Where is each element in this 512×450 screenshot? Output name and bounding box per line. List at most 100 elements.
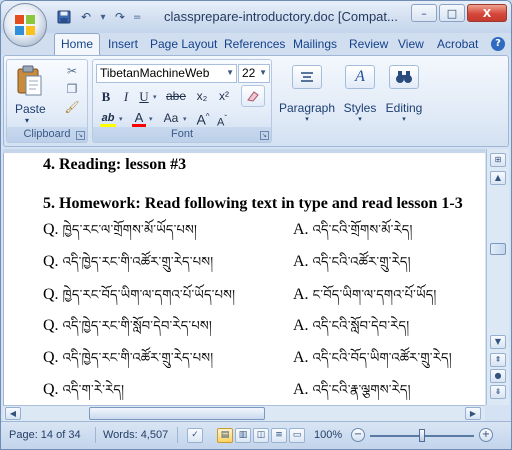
font-name-dropdown-icon[interactable]: ▼ bbox=[226, 68, 234, 77]
paragraph-icon bbox=[292, 65, 322, 89]
vertical-scrollbar[interactable]: ⊞ ▲ ▼ ⇞ ● ⇟ bbox=[486, 149, 509, 405]
styles-group[interactable]: A Styles ▾ bbox=[340, 59, 380, 143]
answer: A. འདི་ངའི་འཚོར་གྲུ་རེད། bbox=[293, 247, 411, 284]
select-browse-object-icon[interactable]: ● bbox=[490, 369, 506, 383]
scroll-left-icon[interactable]: ◀ bbox=[5, 407, 21, 420]
highlight-button[interactable]: ab bbox=[98, 110, 118, 127]
office-logo-icon bbox=[15, 15, 36, 36]
question-text: ཁྱེད་རང་ལ་གྲོགས་མོ་ཡོད་པས། bbox=[62, 223, 198, 238]
help-button[interactable]: ? bbox=[491, 37, 505, 51]
grow-font-button[interactable]: A^ bbox=[195, 108, 211, 128]
grow-font-label: A bbox=[196, 111, 206, 128]
print-layout-icon[interactable]: ▤ bbox=[217, 428, 233, 443]
font-size-dropdown-icon[interactable]: ▼ bbox=[259, 68, 267, 77]
document-title: classprepare-introductory.doc [Compat... bbox=[164, 9, 398, 24]
spelling-status-icon[interactable]: ✓ bbox=[187, 428, 203, 443]
outline-view-icon[interactable]: ≡ bbox=[271, 428, 287, 443]
answer-prefix: A. bbox=[293, 317, 309, 334]
zoom-in-button[interactable]: + bbox=[479, 428, 493, 442]
question-text: འདི་ག་རེ་རེད། bbox=[62, 383, 125, 398]
paste-button[interactable]: Paste bbox=[15, 102, 46, 116]
strikethrough-button[interactable]: abe bbox=[163, 88, 189, 105]
office-button[interactable] bbox=[3, 3, 47, 47]
change-case-dropdown-icon[interactable]: ▾ bbox=[183, 115, 187, 123]
tab-acrobat[interactable]: Acrobat bbox=[437, 37, 478, 51]
cut-icon[interactable]: ✂ bbox=[63, 64, 81, 80]
status-divider bbox=[177, 427, 178, 443]
vertical-scroll-thumb[interactable] bbox=[490, 243, 506, 255]
document-page[interactable]: 4. Reading: lesson #3 5. Homework: Read … bbox=[3, 153, 485, 405]
maximize-button[interactable]: □ bbox=[439, 4, 465, 22]
answer-text: འདི་ངའི་རྣ་ལྕགས་རེད། bbox=[312, 383, 411, 398]
qa-row: Q. ཁྱེད་རང་བོད་ཡིག་ལ་དགའ་པོ་ཡོད་པས། A. ང… bbox=[43, 280, 483, 306]
tab-home[interactable]: Home bbox=[54, 33, 101, 56]
font-size-select[interactable]: 22 ▼ bbox=[238, 64, 270, 83]
clear-formatting-icon[interactable] bbox=[241, 85, 265, 107]
italic-button[interactable]: I bbox=[119, 88, 133, 105]
tab-insert[interactable]: Insert bbox=[108, 37, 138, 51]
shrink-font-button[interactable]: Aˇ bbox=[214, 110, 230, 129]
tab-page-layout[interactable]: Page Layout bbox=[150, 37, 217, 51]
clipboard-launcher-icon[interactable]: ↘ bbox=[76, 131, 85, 140]
font-color-dropdown-icon[interactable]: ▾ bbox=[149, 115, 153, 123]
subscript-button[interactable]: x₂ bbox=[193, 88, 211, 105]
save-button[interactable] bbox=[55, 9, 73, 26]
tab-view[interactable]: View bbox=[398, 37, 424, 51]
status-bar: Page: 14 of 34 Words: 4,507 ✓ ▤ ▥ ◫ ≡ ▭ … bbox=[1, 421, 511, 449]
full-screen-reading-icon[interactable]: ▥ bbox=[235, 428, 251, 443]
underline-dropdown-icon[interactable]: ▾ bbox=[153, 93, 157, 101]
status-divider bbox=[95, 427, 96, 443]
web-layout-icon[interactable]: ◫ bbox=[253, 428, 269, 443]
answer-prefix: A. bbox=[293, 349, 309, 366]
redo-button[interactable]: ↷ bbox=[111, 9, 129, 26]
page-counter[interactable]: Page: 14 of 34 bbox=[9, 429, 81, 441]
font-color-button[interactable]: A bbox=[131, 109, 147, 127]
horizontal-scrollbar[interactable]: ◀ ▶ bbox=[3, 405, 485, 421]
customize-qat-icon[interactable]: = bbox=[133, 12, 141, 23]
superscript-button[interactable]: x² bbox=[215, 88, 233, 105]
qa-row: Q. ཁྱེད་རང་ལ་གྲོགས་མོ་ཡོད་པས། A. འདི་ངའི… bbox=[43, 215, 483, 241]
word-counter[interactable]: Words: 4,507 bbox=[103, 429, 168, 441]
font-group-label: Font bbox=[93, 127, 271, 142]
bold-button[interactable]: B bbox=[98, 88, 114, 105]
paste-icon[interactable] bbox=[16, 65, 44, 97]
zoom-level[interactable]: 100% bbox=[314, 429, 342, 441]
undo-dropdown-icon[interactable]: ▾ bbox=[99, 12, 107, 23]
answer: A. འདི་ངའི་རྣ་ལྕགས་རེད། bbox=[293, 375, 411, 405]
question-text: འདི་ཁྱེད་རང་གི་འཚོར་གྲུ་རེད་པས། bbox=[62, 351, 214, 366]
previous-page-icon[interactable]: ⇞ bbox=[490, 353, 506, 367]
change-case-button[interactable]: Aa bbox=[161, 110, 181, 127]
undo-button[interactable]: ↶ bbox=[77, 9, 95, 26]
tab-review[interactable]: Review bbox=[349, 37, 388, 51]
close-button[interactable]: X bbox=[467, 4, 507, 22]
editing-group[interactable]: Editing ▾ bbox=[382, 59, 426, 143]
quick-access-toolbar: ↶ ▾ ↷ = bbox=[55, 8, 141, 26]
highlight-dropdown-icon[interactable]: ▾ bbox=[119, 115, 123, 123]
question: Q. འདི་ཁྱེད་རང་གི་འཚོར་གྲུ་རེད་པས། bbox=[43, 247, 213, 284]
horizontal-scroll-thumb[interactable] bbox=[89, 407, 265, 420]
next-page-icon[interactable]: ⇟ bbox=[490, 385, 506, 399]
font-name-value: TibetanMachineWeb bbox=[100, 66, 210, 80]
font-name-select[interactable]: TibetanMachineWeb ▼ bbox=[96, 64, 237, 83]
homework-heading: 5. Homework: Read following text in type… bbox=[43, 195, 463, 212]
paste-dropdown-icon[interactable]: ▾ bbox=[25, 116, 29, 125]
font-launcher-icon[interactable]: ↘ bbox=[260, 131, 269, 140]
tab-references[interactable]: References bbox=[224, 37, 285, 51]
answer-text: འདི་ངའི་བོད་ཡིག་འཚོར་གྲུ་རེད། bbox=[312, 351, 452, 366]
scroll-up-icon[interactable]: ▲ bbox=[490, 171, 506, 185]
paragraph-group[interactable]: Paragraph ▾ bbox=[276, 59, 338, 143]
styles-dropdown-icon: ▾ bbox=[358, 115, 362, 123]
editing-dropdown-icon: ▾ bbox=[402, 115, 406, 123]
minimize-button[interactable]: – bbox=[411, 4, 437, 22]
draft-view-icon[interactable]: ▭ bbox=[289, 428, 305, 443]
tab-mailings[interactable]: Mailings bbox=[293, 37, 337, 51]
ribbon-tab-row: Home Insert Page Layout References Maili… bbox=[1, 33, 511, 56]
ruler-toggle-icon[interactable]: ⊞ bbox=[490, 153, 506, 167]
format-painter-icon[interactable]: 🖌 bbox=[63, 100, 81, 116]
copy-icon[interactable]: ❐ bbox=[63, 82, 81, 98]
scroll-right-icon[interactable]: ▶ bbox=[465, 407, 481, 420]
zoom-out-button[interactable]: − bbox=[351, 428, 365, 442]
scroll-down-icon[interactable]: ▼ bbox=[490, 335, 506, 349]
underline-button[interactable]: U bbox=[137, 88, 151, 105]
zoom-slider-thumb[interactable] bbox=[419, 429, 425, 442]
